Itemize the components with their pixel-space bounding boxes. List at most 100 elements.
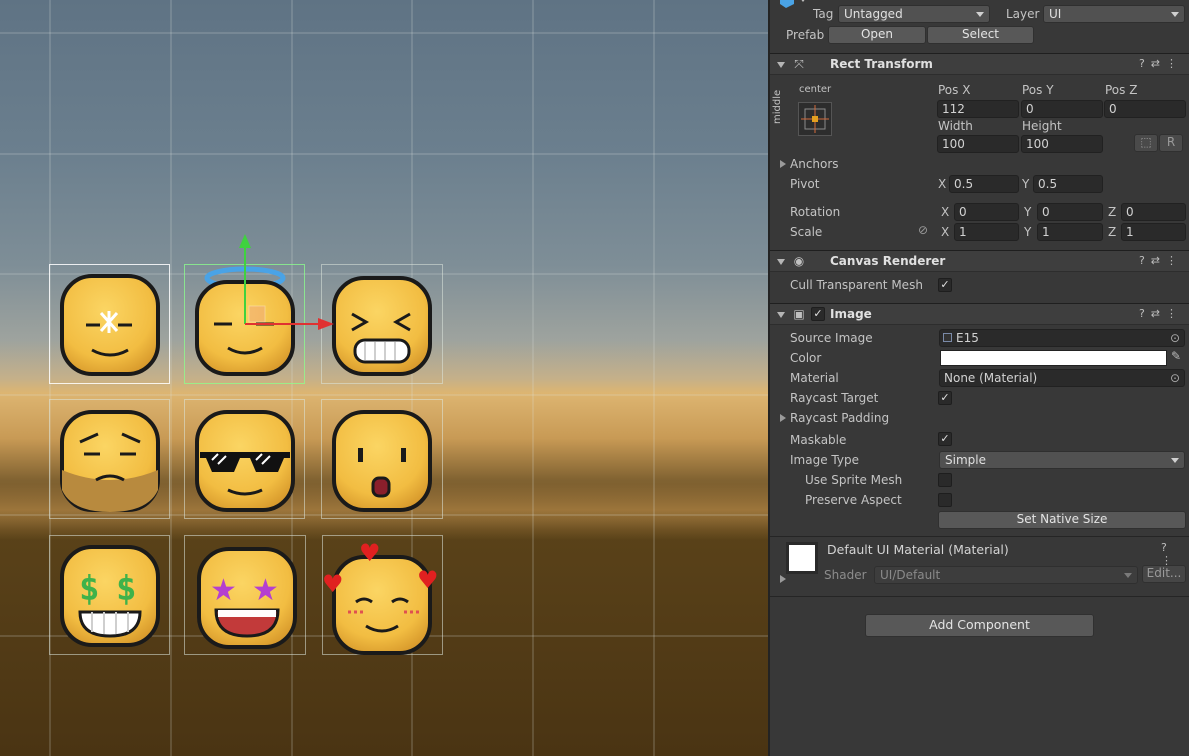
- preserve-aspect-checkbox[interactable]: [938, 493, 952, 507]
- fold-arrow-icon[interactable]: [777, 259, 785, 265]
- help-icon[interactable]: ?: [1139, 254, 1151, 267]
- material-tools[interactable]: ?⋮: [1161, 541, 1189, 567]
- tag-dropdown[interactable]: Untagged: [838, 5, 990, 23]
- anchors-fold-icon[interactable]: [780, 160, 786, 168]
- pos-y-field[interactable]: 0: [1021, 100, 1103, 118]
- prefab-label: Prefab: [786, 28, 825, 42]
- layer-value: UI: [1049, 7, 1062, 21]
- material-field[interactable]: None (Material) ⊙: [939, 369, 1185, 387]
- anchors-label[interactable]: Anchors: [790, 157, 839, 171]
- fold-arrow-icon[interactable]: [777, 312, 785, 318]
- image-type-value: Simple: [945, 453, 986, 467]
- height-field[interactable]: 100: [1021, 135, 1103, 153]
- raycast-target-label: Raycast Target: [790, 391, 879, 405]
- maskable-label: Maskable: [790, 433, 847, 447]
- rect-transform-header[interactable]: ⤧ Rect Transform ?⇄⋮: [770, 53, 1189, 75]
- component-tools[interactable]: ?⇄⋮: [1139, 57, 1183, 70]
- color-label: Color: [790, 351, 822, 365]
- rot-z-field[interactable]: 0: [1121, 203, 1186, 221]
- image-title: Image: [830, 307, 872, 321]
- source-image-value: E15: [956, 331, 979, 345]
- scene-view[interactable]: $ $ ★ ★ ♥ ♥ ♥: [0, 0, 768, 756]
- emoji-layer: $ $ ★ ★ ♥ ♥ ♥: [60, 234, 439, 655]
- sprite-icon: [943, 333, 952, 342]
- material-fold-icon[interactable]: [780, 575, 786, 583]
- width-field[interactable]: 100: [937, 135, 1019, 153]
- help-icon[interactable]: ?: [1139, 57, 1151, 70]
- image-component-icon: ▣: [793, 307, 805, 321]
- maskable-checkbox[interactable]: ✓: [938, 432, 952, 446]
- pivot-y-field[interactable]: 0.5: [1033, 175, 1103, 193]
- scale-x-field[interactable]: 1: [954, 223, 1019, 241]
- laughing-face-icon: [332, 276, 432, 376]
- kebab-menu-icon[interactable]: ⋮: [1166, 307, 1183, 320]
- material-value: None (Material): [944, 371, 1038, 385]
- prefab-select-button[interactable]: Select: [927, 26, 1034, 44]
- gameobject-icon: [780, 0, 805, 8]
- shader-edit-button[interactable]: Edit...: [1142, 565, 1186, 583]
- image-enabled-checkbox[interactable]: ✓: [811, 307, 825, 321]
- raycast-padding-label[interactable]: Raycast Padding: [790, 411, 889, 425]
- object-picker-icon[interactable]: ⊙: [1170, 331, 1180, 345]
- pos-z-field[interactable]: 0: [1104, 100, 1186, 118]
- anchor-presets-button[interactable]: [798, 102, 832, 136]
- svg-text:$: $: [116, 569, 136, 609]
- set-native-size-button[interactable]: Set Native Size: [938, 511, 1186, 529]
- canvas-renderer-title: Canvas Renderer: [830, 254, 946, 268]
- scale-y-field[interactable]: 1: [1037, 223, 1103, 241]
- presets-icon[interactable]: ⇄: [1151, 307, 1166, 320]
- rot-z-label: Z: [1108, 205, 1117, 219]
- svg-text:♥: ♥: [322, 570, 344, 598]
- scale-z-field[interactable]: 1: [1121, 223, 1186, 241]
- object-picker-icon[interactable]: ⊙: [1170, 371, 1180, 385]
- chevron-down-icon: [1171, 12, 1179, 17]
- blueprint-mode-button[interactable]: ⬚: [1134, 134, 1158, 152]
- component-tools[interactable]: ?⇄⋮: [1139, 307, 1183, 320]
- prefab-open-button[interactable]: Open: [828, 26, 926, 44]
- money-eyes-face-icon: $ $: [60, 545, 160, 647]
- scale-label: Scale: [790, 225, 823, 239]
- star-eyes-face-icon: ★ ★: [197, 547, 297, 649]
- fold-arrow-icon[interactable]: [777, 62, 785, 68]
- canvas-renderer-header[interactable]: ◉ Canvas Renderer ?⇄⋮: [770, 250, 1189, 272]
- cull-transparent-mesh-checkbox[interactable]: ✓: [938, 278, 952, 292]
- add-component-button[interactable]: Add Component: [865, 614, 1094, 637]
- color-swatch[interactable]: [940, 350, 1167, 366]
- raw-edit-button[interactable]: R: [1159, 134, 1183, 152]
- source-image-label: Source Image: [790, 331, 873, 345]
- rot-y-field[interactable]: 0: [1037, 203, 1103, 221]
- material-title: Default UI Material (Material): [827, 542, 1009, 557]
- image-header[interactable]: ▣ ✓ Image ?⇄⋮: [770, 303, 1189, 325]
- presets-icon[interactable]: ⇄: [1151, 254, 1166, 267]
- shader-value: UI/Default: [880, 568, 941, 582]
- rect-transform-icon: ⤧: [794, 57, 804, 71]
- shader-dropdown[interactable]: UI/Default: [874, 566, 1138, 584]
- kebab-menu-icon[interactable]: ⋮: [1166, 254, 1183, 267]
- image-type-label: Image Type: [790, 453, 859, 467]
- source-image-field[interactable]: E15 ⊙: [939, 329, 1185, 347]
- use-sprite-mesh-label: Use Sprite Mesh: [805, 473, 903, 487]
- layer-dropdown[interactable]: UI: [1043, 5, 1185, 23]
- presets-icon[interactable]: ⇄: [1151, 57, 1166, 70]
- rotation-label: Rotation: [790, 205, 841, 219]
- image-type-dropdown[interactable]: Simple: [939, 451, 1185, 469]
- eye-icon: ◉: [793, 254, 805, 268]
- eyedropper-icon[interactable]: ✎: [1171, 349, 1181, 363]
- use-sprite-mesh-checkbox[interactable]: [938, 473, 952, 487]
- constrain-proportions-icon[interactable]: ⊘: [918, 223, 928, 237]
- scale-x-label: X: [941, 225, 950, 239]
- in-love-face-icon: ♥ ♥ ♥: [322, 539, 439, 655]
- pivot-x-label: X: [938, 177, 947, 191]
- chevron-down-icon: [1124, 573, 1132, 578]
- pos-x-field[interactable]: 112: [937, 100, 1019, 118]
- help-icon[interactable]: ?: [1139, 307, 1151, 320]
- layer-label: Layer: [1006, 7, 1040, 21]
- pivot-x-field[interactable]: 0.5: [949, 175, 1019, 193]
- svg-text:★: ★: [210, 573, 237, 608]
- raycast-target-checkbox[interactable]: ✓: [938, 391, 952, 405]
- kebab-menu-icon[interactable]: ⋮: [1166, 57, 1183, 70]
- rot-x-field[interactable]: 0: [954, 203, 1019, 221]
- help-icon[interactable]: ?: [1161, 541, 1173, 554]
- component-tools[interactable]: ?⇄⋮: [1139, 254, 1183, 267]
- raycast-padding-fold-icon[interactable]: [780, 414, 786, 422]
